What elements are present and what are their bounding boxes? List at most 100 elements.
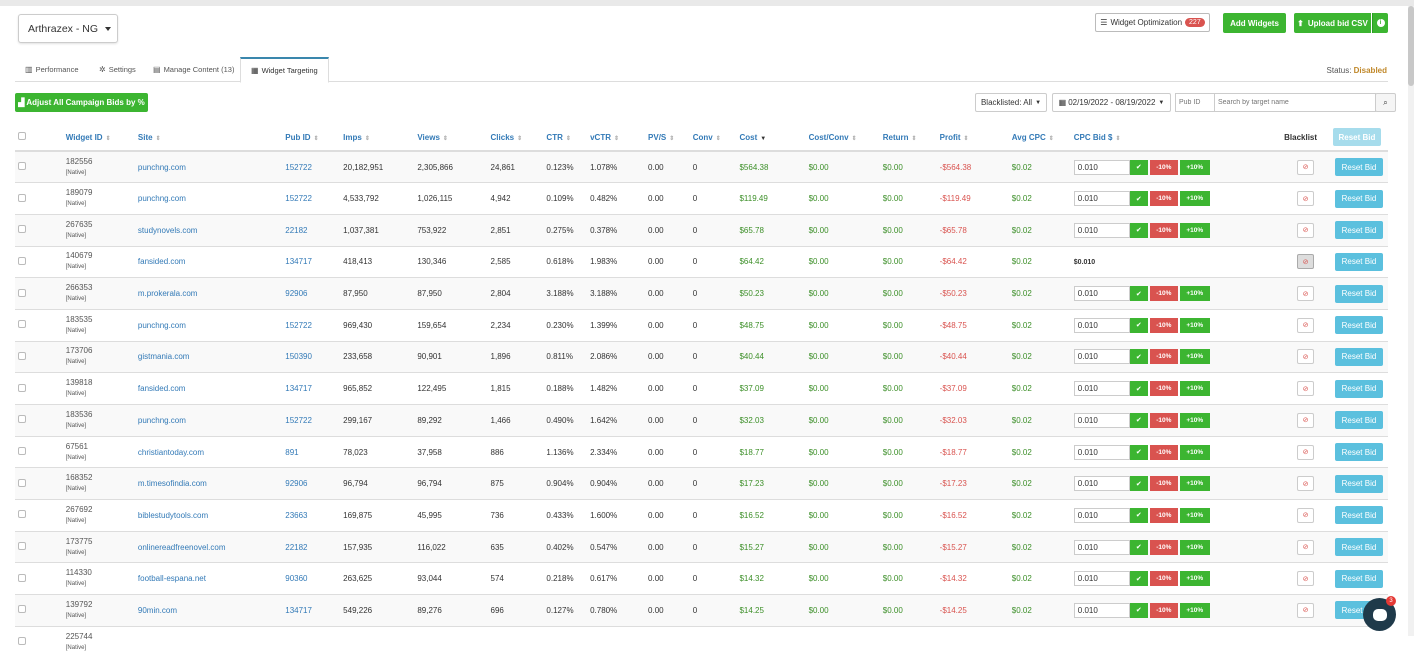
decrease-bid-button[interactable]: -10% [1149, 349, 1178, 365]
row-checkbox[interactable] [18, 193, 26, 202]
pub-id-link[interactable]: 150390 [285, 352, 312, 361]
reset-bid-button[interactable]: Reset Bid [1334, 474, 1383, 493]
site-link[interactable]: punchng.com [138, 321, 186, 330]
cpc-bid-input[interactable] [1073, 317, 1130, 333]
site-link[interactable]: m.timesofindia.com [138, 479, 207, 488]
confirm-bid-button[interactable]: ✔ [1129, 191, 1148, 207]
increase-bid-button[interactable]: +10% [1179, 191, 1210, 207]
blacklist-toggle-button[interactable]: ⊘ [1297, 191, 1315, 207]
site-link[interactable]: punchng.com [138, 194, 186, 203]
row-checkbox[interactable] [18, 320, 26, 329]
col-avg-cpc[interactable]: Avg CPC ⇕ [1008, 124, 1071, 152]
col-views[interactable]: Views ⇕ [414, 124, 488, 152]
reset-all-bids-button[interactable]: Reset Bid [1332, 128, 1381, 146]
increase-bid-button[interactable]: +10% [1179, 444, 1210, 460]
row-checkbox[interactable] [18, 478, 26, 487]
chat-launcher[interactable]: 3 [1363, 596, 1396, 631]
reset-bid-button[interactable]: Reset Bid [1334, 158, 1383, 177]
col-ctr[interactable]: CTR ⇕ [543, 124, 588, 152]
cpc-bid-input[interactable] [1073, 222, 1130, 238]
blacklist-toggle-button[interactable]: ⊘ [1297, 222, 1315, 238]
widget-optimization-button[interactable]: ☰ Widget Optimization 227 [1095, 13, 1210, 32]
decrease-bid-button[interactable]: -10% [1149, 317, 1178, 333]
pub-id-link[interactable]: 90360 [285, 574, 307, 583]
confirm-bid-button[interactable]: ✔ [1129, 349, 1148, 365]
scrollbar-track[interactable] [1408, 6, 1414, 636]
confirm-bid-button[interactable]: ✔ [1129, 507, 1148, 523]
site-link[interactable]: studynovels.com [138, 226, 198, 235]
date-range-picker[interactable]: ▦ 02/19/2022 - 08/19/2022 ▼ [1052, 93, 1171, 112]
cpc-bid-input[interactable] [1073, 286, 1130, 302]
blacklist-toggle-button[interactable]: ⊘ [1297, 381, 1315, 397]
confirm-bid-button[interactable]: ✔ [1129, 222, 1148, 238]
blacklisted-filter-dropdown[interactable]: Blacklisted: All ▼ [975, 93, 1047, 112]
col-clicks[interactable]: Clicks ⇕ [487, 124, 544, 152]
row-checkbox[interactable] [18, 510, 26, 519]
search-button[interactable]: ⌕ [1375, 93, 1396, 112]
blacklist-toggle-button[interactable]: ⊘ [1297, 349, 1315, 365]
col-conv[interactable]: Conv ⇕ [689, 124, 737, 152]
cpc-bid-input[interactable] [1073, 476, 1130, 492]
decrease-bid-button[interactable]: -10% [1149, 222, 1178, 238]
reset-bid-button[interactable]: Reset Bid [1334, 569, 1383, 588]
increase-bid-button[interactable]: +10% [1179, 317, 1210, 333]
adjust-all-bids-button[interactable]: ▟ Adjust All Campaign Bids by % [15, 93, 148, 112]
row-checkbox[interactable] [18, 256, 26, 265]
decrease-bid-button[interactable]: -10% [1149, 507, 1178, 523]
cpc-bid-input[interactable] [1073, 412, 1130, 428]
confirm-bid-button[interactable]: ✔ [1129, 571, 1148, 587]
confirm-bid-button[interactable]: ✔ [1129, 476, 1148, 492]
row-checkbox[interactable] [18, 542, 26, 551]
decrease-bid-button[interactable]: -10% [1149, 191, 1178, 207]
cpc-bid-input[interactable] [1073, 349, 1130, 365]
info-button[interactable]: i [1372, 13, 1388, 33]
confirm-bid-button[interactable]: ✔ [1129, 286, 1148, 302]
col-imps[interactable]: Imps ⇕ [340, 124, 415, 152]
reset-bid-button[interactable]: Reset Bid [1334, 506, 1383, 525]
account-selector[interactable]: Arthrazex - NG [18, 14, 118, 43]
site-link[interactable]: punchng.com [138, 163, 186, 172]
increase-bid-button[interactable]: +10% [1179, 571, 1210, 587]
site-link[interactable]: punchng.com [138, 416, 186, 425]
site-link[interactable]: gistmania.com [138, 352, 190, 361]
row-checkbox[interactable] [18, 225, 26, 234]
pub-id-link[interactable]: 891 [285, 448, 298, 457]
decrease-bid-button[interactable]: -10% [1149, 571, 1178, 587]
pub-id-link[interactable]: 22182 [285, 226, 307, 235]
cpc-bid-input[interactable] [1073, 507, 1130, 523]
reset-bid-button[interactable]: Reset Bid [1334, 443, 1383, 462]
pub-id-link[interactable]: 22182 [285, 543, 307, 552]
decrease-bid-button[interactable]: -10% [1149, 602, 1178, 618]
reset-bid-button[interactable]: Reset Bid [1334, 252, 1383, 271]
pub-id-link[interactable]: 134717 [285, 384, 312, 393]
col-profit[interactable]: Profit ⇕ [936, 124, 1009, 152]
cpc-bid-input[interactable] [1073, 539, 1130, 555]
site-link[interactable]: biblestudytools.com [138, 511, 208, 520]
pub-id-link[interactable]: 152722 [285, 194, 312, 203]
reset-bid-button[interactable]: Reset Bid [1334, 347, 1383, 366]
cpc-bid-input[interactable] [1073, 191, 1130, 207]
decrease-bid-button[interactable]: -10% [1149, 159, 1178, 175]
pub-id-input[interactable] [1175, 93, 1215, 112]
reset-bid-button[interactable]: Reset Bid [1334, 379, 1383, 398]
add-widgets-button[interactable]: Add Widgets [1223, 13, 1286, 33]
blacklist-toggle-button[interactable]: ⊘ [1297, 507, 1315, 523]
site-link[interactable]: 90min.com [138, 606, 177, 615]
cpc-bid-input[interactable] [1073, 602, 1130, 618]
cpc-bid-input[interactable] [1073, 381, 1130, 397]
reset-bid-button[interactable]: Reset Bid [1334, 411, 1383, 430]
decrease-bid-button[interactable]: -10% [1149, 444, 1178, 460]
pub-id-link[interactable]: 23663 [285, 511, 307, 520]
decrease-bid-button[interactable]: -10% [1149, 381, 1178, 397]
increase-bid-button[interactable]: +10% [1179, 381, 1210, 397]
row-checkbox[interactable] [18, 383, 26, 392]
pub-id-link[interactable]: 152722 [285, 321, 312, 330]
cpc-bid-input[interactable] [1073, 159, 1130, 175]
site-link[interactable]: christiantoday.com [138, 448, 204, 457]
reset-bid-button[interactable]: Reset Bid [1334, 284, 1383, 303]
increase-bid-button[interactable]: +10% [1179, 539, 1210, 555]
row-checkbox[interactable] [18, 605, 26, 614]
col-cost-conv[interactable]: Cost/Conv ⇕ [805, 124, 880, 152]
col-cost[interactable]: Cost ▼ [736, 124, 806, 152]
col-site[interactable]: Site ⇕ [134, 124, 283, 152]
